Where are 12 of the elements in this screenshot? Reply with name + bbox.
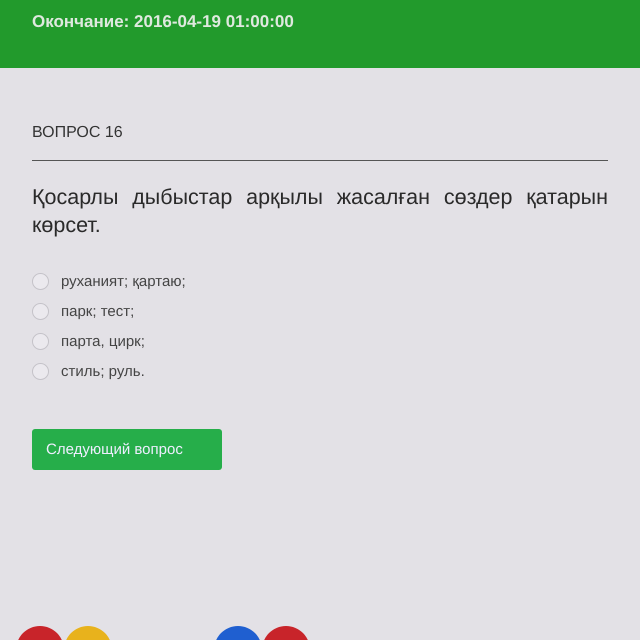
option-label: парк; тест; [61, 302, 134, 320]
radio-button[interactable] [32, 332, 49, 350]
next-question-button[interactable]: Следующий вопрос [32, 429, 222, 470]
question-number: ВОПРОС 16 [32, 124, 124, 142]
radio-button[interactable] [32, 272, 49, 290]
radio-button[interactable] [32, 302, 49, 320]
option-label: руханият; қартаю; [61, 272, 186, 290]
end-time: Окончание: 2016-04-19 01:00:00 [32, 12, 294, 32]
option-label: парта, цирк; [61, 332, 145, 350]
radio-button[interactable] [32, 362, 49, 380]
option-label: стиль; руль. [61, 362, 145, 380]
question-text: Қосарлы дыбыстар арқылы жасалған сөздер қатарын көрсет. [32, 184, 608, 239]
